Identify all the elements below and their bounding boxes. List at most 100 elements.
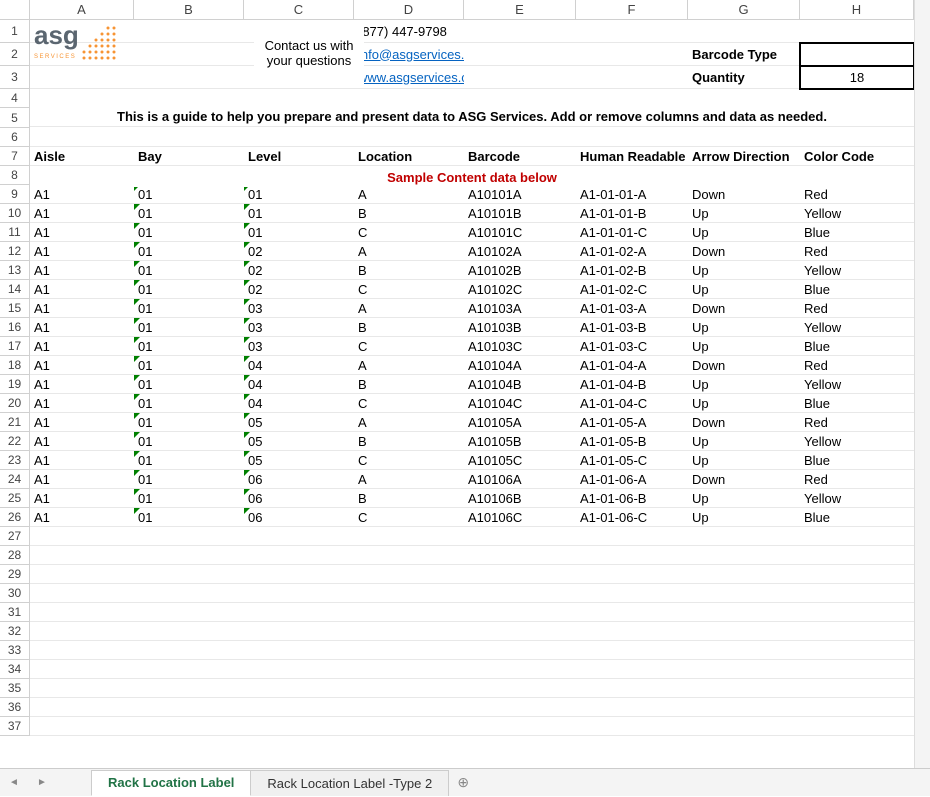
cell[interactable] — [800, 546, 914, 565]
table-cell[interactable]: A1 — [30, 261, 134, 280]
table-cell[interactable]: 06 — [244, 470, 354, 489]
row-header[interactable]: 4 — [0, 89, 30, 108]
cell[interactable] — [30, 20, 134, 43]
table-cell[interactable]: Up — [688, 223, 800, 242]
table-cell[interactable]: A1 — [30, 337, 134, 356]
table-cell[interactable]: Up — [688, 451, 800, 470]
cell[interactable] — [354, 527, 464, 546]
phone-cell[interactable]: (877) 447-9798 — [354, 20, 464, 43]
row-header[interactable]: 2 — [0, 43, 30, 66]
table-cell[interactable]: 05 — [244, 413, 354, 432]
table-cell[interactable]: B — [354, 489, 464, 508]
table-cell[interactable]: Red — [800, 356, 914, 375]
table-cell[interactable]: 01 — [134, 223, 244, 242]
table-cell[interactable]: A10104C — [464, 394, 576, 413]
row-header[interactable]: 23 — [0, 451, 30, 470]
cell[interactable] — [688, 679, 800, 698]
table-cell[interactable]: 03 — [244, 337, 354, 356]
table-cell[interactable]: Blue — [800, 337, 914, 356]
cell[interactable] — [354, 622, 464, 641]
cell[interactable] — [688, 546, 800, 565]
table-cell[interactable]: Blue — [800, 394, 914, 413]
cell[interactable] — [464, 698, 576, 717]
table-cell[interactable]: A1-01-01-C — [576, 223, 688, 242]
table-cell[interactable]: A10104B — [464, 375, 576, 394]
table-cell[interactable]: A1-01-06-C — [576, 508, 688, 527]
quantity-value[interactable]: 18 — [800, 66, 914, 89]
table-cell[interactable]: A10106A — [464, 470, 576, 489]
table-cell[interactable]: Yellow — [800, 489, 914, 508]
table-cell[interactable]: A1 — [30, 356, 134, 375]
table-cell[interactable]: Red — [800, 470, 914, 489]
select-all-cell[interactable] — [0, 0, 30, 20]
table-cell[interactable]: Blue — [800, 280, 914, 299]
table-cell[interactable]: C — [354, 394, 464, 413]
cell[interactable] — [464, 641, 576, 660]
column-header[interactable]: G — [688, 0, 800, 20]
table-cell[interactable]: B — [354, 318, 464, 337]
cell[interactable] — [464, 603, 576, 622]
row-header[interactable]: 7 — [0, 147, 30, 166]
row-header[interactable]: 6 — [0, 128, 30, 147]
table-header[interactable]: Level — [244, 147, 354, 166]
table-cell[interactable]: Yellow — [800, 204, 914, 223]
table-cell[interactable]: C — [354, 223, 464, 242]
row-header[interactable]: 21 — [0, 413, 30, 432]
table-cell[interactable]: Yellow — [800, 318, 914, 337]
table-cell[interactable]: Down — [688, 242, 800, 261]
table-cell[interactable]: A10103B — [464, 318, 576, 337]
cell[interactable] — [244, 546, 354, 565]
cell[interactable] — [134, 660, 244, 679]
table-cell[interactable]: Yellow — [800, 432, 914, 451]
cell[interactable] — [30, 698, 134, 717]
cell[interactable] — [688, 527, 800, 546]
row-header[interactable]: 10 — [0, 204, 30, 223]
table-cell[interactable]: Up — [688, 261, 800, 280]
cell[interactable] — [688, 660, 800, 679]
cell[interactable] — [688, 603, 800, 622]
table-cell[interactable]: A1 — [30, 489, 134, 508]
cell[interactable] — [354, 698, 464, 717]
column-header[interactable]: H — [800, 0, 914, 20]
table-cell[interactable]: Yellow — [800, 375, 914, 394]
table-cell[interactable]: Red — [800, 299, 914, 318]
table-cell[interactable]: A1 — [30, 185, 134, 204]
cell[interactable] — [30, 660, 134, 679]
cell[interactable] — [576, 679, 688, 698]
row-header[interactable]: 15 — [0, 299, 30, 318]
table-cell[interactable]: 01 — [134, 375, 244, 394]
table-cell[interactable]: A — [354, 299, 464, 318]
table-cell[interactable]: 02 — [244, 280, 354, 299]
table-cell[interactable]: 01 — [134, 185, 244, 204]
column-header[interactable]: A — [30, 0, 134, 20]
cell[interactable] — [576, 603, 688, 622]
cell[interactable] — [244, 660, 354, 679]
cell[interactable] — [576, 66, 688, 89]
table-cell[interactable]: Up — [688, 375, 800, 394]
row-header[interactable]: 34 — [0, 660, 30, 679]
vertical-scrollbar[interactable] — [914, 0, 930, 768]
cell[interactable] — [134, 128, 244, 147]
cell[interactable] — [30, 128, 134, 147]
cell[interactable] — [800, 641, 914, 660]
table-header[interactable]: Aisle — [30, 147, 134, 166]
cell[interactable] — [688, 584, 800, 603]
cell[interactable] — [464, 565, 576, 584]
cell[interactable] — [800, 698, 914, 717]
table-header[interactable]: Arrow Direction — [688, 147, 800, 166]
table-header[interactable]: Bay — [134, 147, 244, 166]
cell[interactable] — [244, 565, 354, 584]
table-cell[interactable]: A — [354, 185, 464, 204]
row-header[interactable]: 9 — [0, 185, 30, 204]
table-cell[interactable]: Down — [688, 356, 800, 375]
table-cell[interactable]: 05 — [244, 451, 354, 470]
tab-scroll-right-icon[interactable]: ► — [28, 769, 56, 797]
cell[interactable] — [576, 622, 688, 641]
cell[interactable] — [800, 660, 914, 679]
table-cell[interactable]: 01 — [134, 299, 244, 318]
table-cell[interactable]: A1-01-04-B — [576, 375, 688, 394]
cell[interactable] — [800, 603, 914, 622]
email-link[interactable]: info@asgservices.com — [354, 43, 464, 66]
table-cell[interactable]: 04 — [244, 375, 354, 394]
table-cell[interactable]: A1 — [30, 242, 134, 261]
